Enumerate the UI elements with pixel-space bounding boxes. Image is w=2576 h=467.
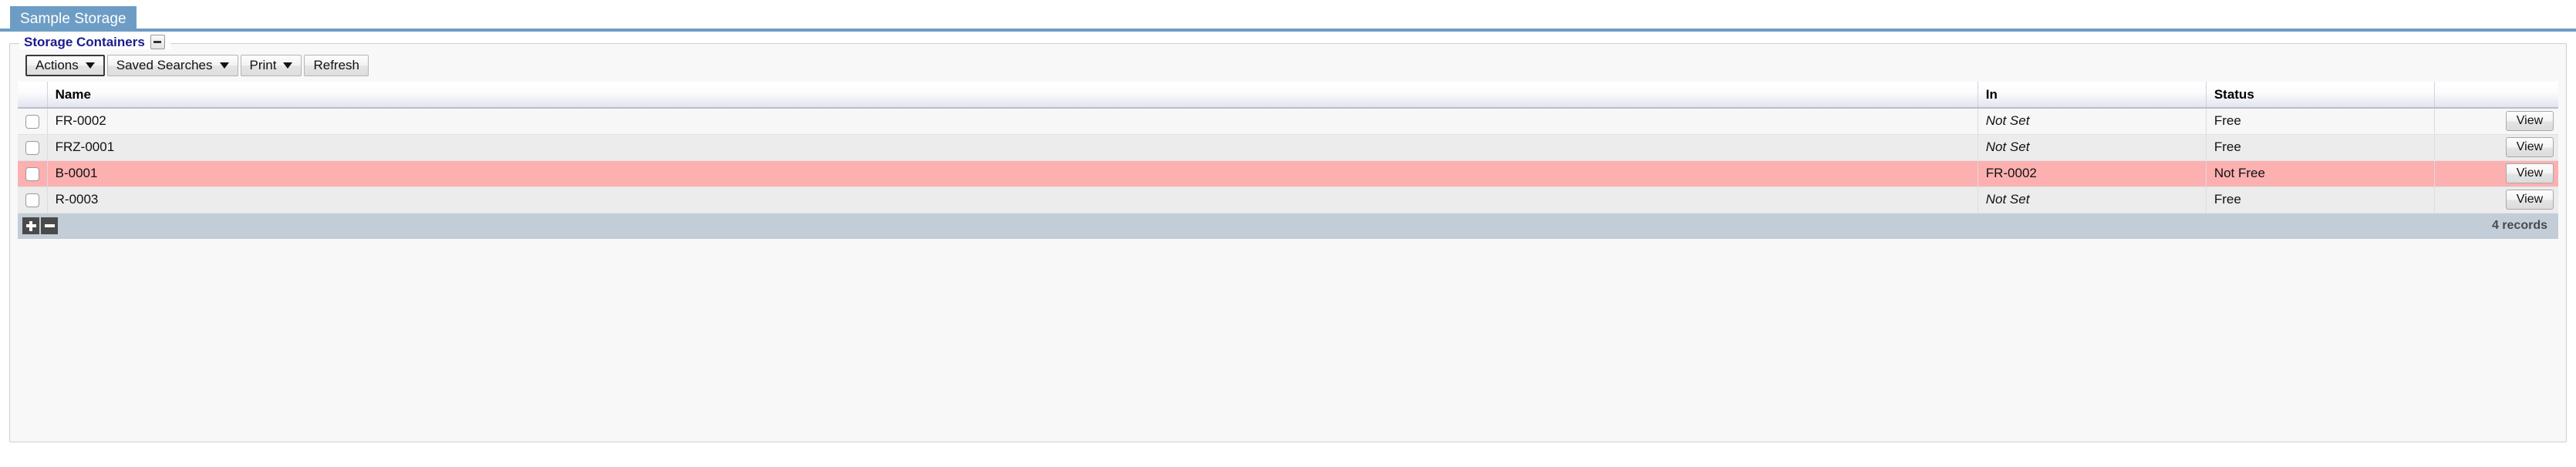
cell-in: Not Set xyxy=(1978,134,2207,161)
cell-name: FR-0002 xyxy=(47,108,1978,135)
row-checkbox[interactable] xyxy=(25,166,39,181)
cell-status: Free xyxy=(2206,134,2435,161)
tab-strip: Sample Storage xyxy=(0,0,2576,32)
view-button[interactable]: View xyxy=(2506,111,2554,132)
cell-status: Not Free xyxy=(2206,160,2435,187)
print-button-label: Print xyxy=(249,58,277,72)
table-body: FR-0002 Not Set Free View FRZ-0001 Not Set Fre… xyxy=(18,108,2558,213)
row-select-cell[interactable] xyxy=(18,108,48,135)
view-button[interactable]: View xyxy=(2506,137,2554,157)
print-button[interactable]: Print xyxy=(240,55,302,76)
cell-in: Not Set xyxy=(1978,108,2207,135)
row-select-cell[interactable] xyxy=(18,186,48,213)
grid-toolbar: Actions Saved Searches Print Refresh xyxy=(25,55,2558,78)
row-checkbox[interactable] xyxy=(25,140,39,155)
column-header-select[interactable] xyxy=(18,82,48,109)
saved-searches-button-label: Saved Searches xyxy=(116,58,213,72)
cell-actions: View xyxy=(2434,108,2558,135)
table-row[interactable]: FRZ-0001 Not Set Free View xyxy=(18,134,2558,161)
cell-actions: View xyxy=(2434,160,2558,187)
cell-status: Free xyxy=(2206,186,2435,213)
chevron-down-icon xyxy=(219,62,229,69)
table-row[interactable]: B-0001 FR-0002 Not Free View xyxy=(18,160,2558,187)
actions-button-label: Actions xyxy=(35,58,79,72)
column-header-in[interactable]: In xyxy=(1978,82,2207,109)
cell-name: FRZ-0001 xyxy=(47,134,1978,161)
tab-strip-rule xyxy=(0,29,2576,32)
row-checkbox[interactable] xyxy=(25,114,39,129)
storage-containers-panel: Storage Containers Actions Saved Searche… xyxy=(9,35,2567,442)
cell-in: FR-0002 xyxy=(1978,160,2207,187)
panel-tail xyxy=(18,238,2558,279)
panel-legend: Storage Containers xyxy=(19,35,170,49)
tab-label: Sample Storage xyxy=(20,10,126,27)
refresh-button[interactable]: Refresh xyxy=(304,55,369,76)
table-row[interactable]: FR-0002 Not Set Free View xyxy=(18,108,2558,135)
panel-title: Storage Containers xyxy=(24,35,145,49)
actions-button[interactable]: Actions xyxy=(25,55,105,76)
minus-icon[interactable] xyxy=(41,217,58,234)
view-button[interactable]: View xyxy=(2506,163,2554,183)
cell-status: Free xyxy=(2206,108,2435,135)
record-count: 4 records xyxy=(2491,219,2547,232)
view-button[interactable]: View xyxy=(2506,190,2554,210)
tab-sample-storage[interactable]: Sample Storage xyxy=(10,6,137,32)
row-checkbox[interactable] xyxy=(25,193,39,207)
cell-name: R-0003 xyxy=(47,186,1978,213)
column-header-status[interactable]: Status xyxy=(2206,82,2435,109)
grid-footer-tools xyxy=(22,217,58,234)
minus-icon[interactable] xyxy=(150,35,165,49)
row-select-cell[interactable] xyxy=(18,160,48,187)
chevron-down-icon xyxy=(283,62,293,69)
cell-in: Not Set xyxy=(1978,186,2207,213)
cell-name: B-0001 xyxy=(47,160,1978,187)
cell-actions: View xyxy=(2434,186,2558,213)
column-header-actions xyxy=(2434,82,2558,109)
table-row[interactable]: R-0003 Not Set Free View xyxy=(18,186,2558,213)
saved-searches-button[interactable]: Saved Searches xyxy=(106,55,238,76)
table-header-row: Name In Status xyxy=(18,82,2558,109)
plus-icon[interactable] xyxy=(22,217,39,234)
cell-actions: View xyxy=(2434,134,2558,161)
column-header-name[interactable]: Name xyxy=(47,82,1978,109)
grid-footer: 4 records xyxy=(18,213,2558,239)
chevron-down-icon xyxy=(85,62,95,69)
refresh-button-label: Refresh xyxy=(313,58,359,72)
panel-wrapper: Storage Containers Actions Saved Searche… xyxy=(0,35,2576,442)
storage-containers-table: Name In Status FR-0002 Not Set Free View FRZ… xyxy=(18,82,2558,213)
row-select-cell[interactable] xyxy=(18,134,48,161)
